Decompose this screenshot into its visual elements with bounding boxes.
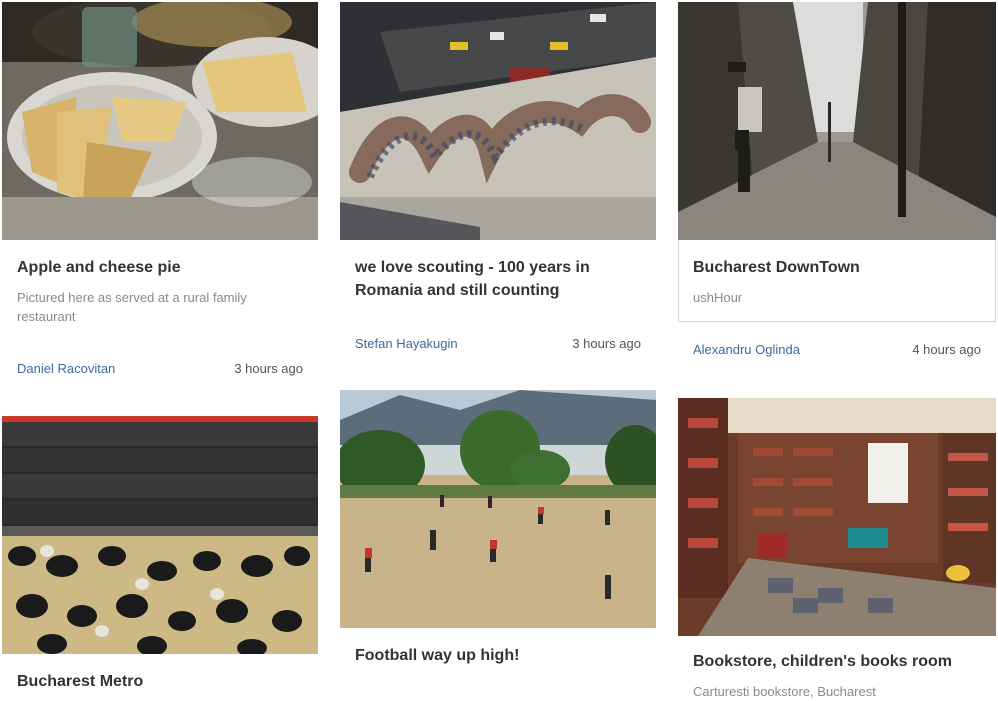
card-description: Carturesti bookstore, Bucharest xyxy=(693,684,876,699)
card-title[interactable]: we love scouting - 100 years in Romania … xyxy=(355,256,641,302)
photo-bucharest-downtown[interactable] xyxy=(678,2,996,240)
card-apple-cheese-pie[interactable]: Apple and cheese pie Pictured here as se… xyxy=(2,2,318,385)
author-link[interactable]: Stefan Hayakugin xyxy=(355,336,458,351)
card-bucharest-metro[interactable]: Bucharest Metro xyxy=(2,416,318,700)
card-title[interactable]: Apple and cheese pie xyxy=(17,256,303,279)
card-description: Pictured here as served at a rural famil… xyxy=(17,290,247,324)
card-title[interactable]: Bookstore, children's books room xyxy=(693,650,981,673)
card-bookstore[interactable]: Bookstore, children's books room Carture… xyxy=(678,398,996,700)
author-link[interactable]: Daniel Racovitan xyxy=(17,361,115,376)
photo-apple-cheese-pie[interactable] xyxy=(2,2,318,240)
photo-bookstore[interactable] xyxy=(678,398,996,636)
author-link[interactable]: Alexandru Oglinda xyxy=(693,342,800,357)
timestamp: 4 hours ago xyxy=(912,342,981,357)
card-title[interactable]: Bucharest DownTown xyxy=(693,256,981,279)
card-description: ushHour xyxy=(693,290,743,305)
timestamp: 3 hours ago xyxy=(234,361,303,376)
card-title[interactable]: Bucharest Metro xyxy=(17,670,303,693)
photo-scouting[interactable] xyxy=(340,2,656,240)
card-bucharest-downtown[interactable]: Bucharest DownTown ushHour Alexandru Ogl… xyxy=(678,2,996,372)
card-scouting[interactable]: we love scouting - 100 years in Romania … xyxy=(340,2,656,362)
card-football[interactable]: Football way up high! xyxy=(340,390,656,700)
photo-football[interactable] xyxy=(340,390,656,628)
card-title[interactable]: Football way up high! xyxy=(355,644,641,667)
photo-bucharest-metro[interactable] xyxy=(2,416,318,654)
timestamp: 3 hours ago xyxy=(572,336,641,351)
